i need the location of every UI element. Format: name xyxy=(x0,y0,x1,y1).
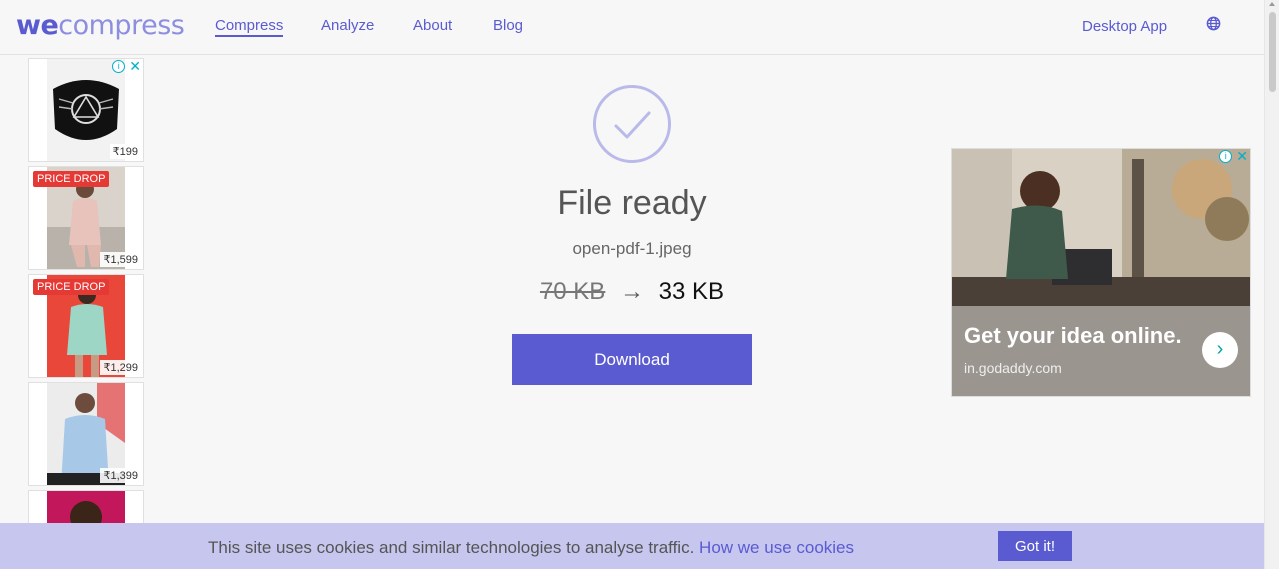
size-comparison: 70 KB → 33 KB xyxy=(432,278,832,306)
ad-price: ₹1,299 xyxy=(100,360,141,375)
ad-info-icon[interactable]: i xyxy=(1219,150,1233,163)
nav-compress[interactable]: Compress xyxy=(215,17,284,37)
nav-blog[interactable]: Blog xyxy=(493,17,523,34)
cookie-accept-button[interactable]: Got it! xyxy=(998,531,1072,561)
price-drop-badge: PRICE DROP xyxy=(33,171,110,187)
file-ready-title: File ready xyxy=(557,184,707,222)
nav-desktop-app[interactable]: Desktop App xyxy=(1082,18,1167,35)
ad-domain[interactable]: in.godaddy.com xyxy=(964,360,1062,376)
ad-close-icon[interactable]: ✕ xyxy=(129,59,141,73)
ad-controls: i ✕ xyxy=(112,59,141,73)
ad-headline[interactable]: Get your idea online. xyxy=(964,323,1182,349)
compressed-size: 33 KB xyxy=(658,278,725,305)
right-display-ad[interactable]: Get your idea online. in.godaddy.com › i… xyxy=(951,148,1251,397)
ad-photo-image xyxy=(952,149,1250,306)
logo-part-compress: compress xyxy=(58,10,185,41)
scroll-thumb[interactable] xyxy=(1269,12,1276,92)
nav-analyze[interactable]: Analyze xyxy=(321,17,374,34)
ad-info-icon[interactable]: i xyxy=(112,60,126,73)
ad-product-loungewear[interactable]: PRICE DROP ₹1,599 xyxy=(28,166,144,270)
wecompress-logo[interactable]: wecompress xyxy=(16,10,185,41)
ad-product-printed-dress[interactable]: PRICE DROP ₹1,299 xyxy=(28,274,144,378)
download-button[interactable]: Download xyxy=(512,334,752,385)
nav-about[interactable]: About xyxy=(413,17,452,34)
cookie-text: This site uses cookies and similar techn… xyxy=(208,538,695,557)
page-scrollbar[interactable] xyxy=(1264,0,1279,569)
ad-close-icon[interactable]: ✕ xyxy=(1236,149,1248,163)
chevron-right-icon[interactable]: › xyxy=(1202,332,1238,368)
cookie-message: This site uses cookies and similar techn… xyxy=(208,538,854,558)
left-product-ad: i ✕ ₹199 PRICE DROP ₹1,599 PRICE DROP ₹1… xyxy=(28,58,144,528)
success-check-icon xyxy=(593,85,671,163)
ad-price: ₹1,599 xyxy=(100,252,141,267)
globe-icon[interactable] xyxy=(1206,16,1221,31)
original-size: 70 KB xyxy=(539,278,606,305)
ad-controls: i ✕ xyxy=(1219,149,1248,163)
scroll-up-arrow-icon[interactable] xyxy=(1269,2,1275,6)
arrow-right-icon: → xyxy=(620,278,644,305)
ad-product-mens-shirt[interactable]: ₹1,399 xyxy=(28,382,144,486)
cookie-consent-bar: This site uses cookies and similar techn… xyxy=(0,523,1264,569)
file-name: open-pdf-1.jpeg xyxy=(572,239,692,258)
cookie-policy-link[interactable]: How we use cookies xyxy=(699,538,854,557)
ad-price: ₹1,399 xyxy=(100,468,141,483)
top-nav-bar: wecompress Compress Analyze About Blog D… xyxy=(0,0,1264,55)
ad-product-mask[interactable]: i ✕ ₹199 xyxy=(28,58,144,162)
price-drop-badge: PRICE DROP xyxy=(33,279,110,295)
ad-price: ₹199 xyxy=(109,144,141,159)
logo-part-we: we xyxy=(16,10,59,41)
